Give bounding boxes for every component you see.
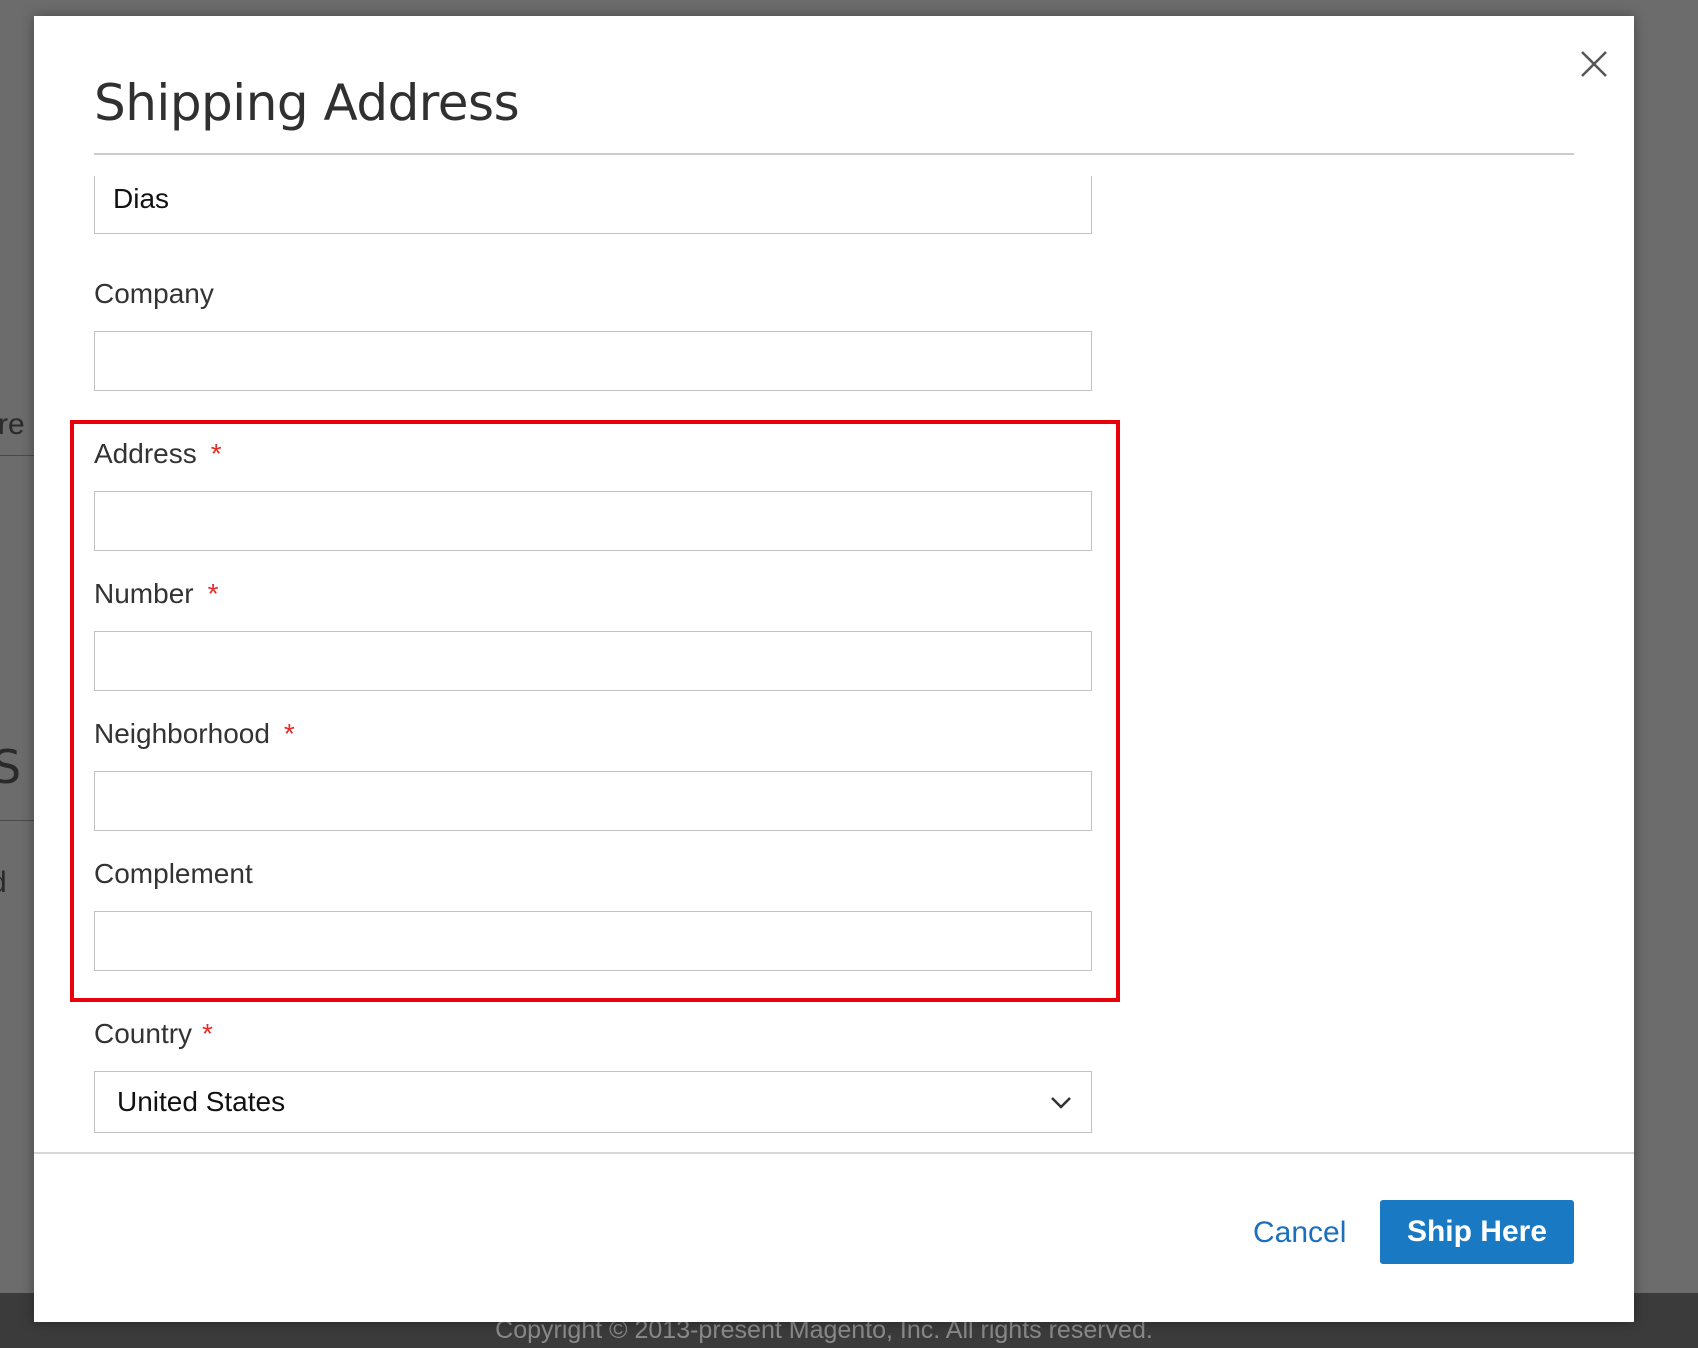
country-select-value: United States: [117, 1086, 286, 1117]
background-divider: [0, 820, 34, 821]
required-marker: *: [207, 578, 219, 609]
required-marker: *: [202, 1018, 213, 1049]
number-label-text: Number: [94, 578, 194, 609]
close-icon: [1581, 51, 1607, 77]
neighborhood-input[interactable]: [94, 771, 1092, 831]
address-label: Address *: [94, 438, 222, 470]
background-text-fragment: d: [0, 866, 7, 900]
neighborhood-label-text: Neighborhood: [94, 718, 270, 749]
modal-footer-divider: [34, 1152, 1634, 1154]
address-label-text: Address: [94, 438, 197, 469]
complement-label-text: Complement: [94, 858, 253, 889]
background-text-fragment: re: [0, 408, 25, 441]
number-label: Number *: [94, 578, 219, 610]
country-label: Country *: [94, 1018, 213, 1050]
company-label-text: Company: [94, 278, 214, 309]
company-input[interactable]: [94, 331, 1092, 391]
complement-label: Complement: [94, 858, 253, 890]
background-divider: [0, 455, 34, 456]
background-heading-fragment: S: [0, 740, 22, 794]
company-label: Company: [94, 278, 214, 310]
last-name-input[interactable]: [94, 176, 1092, 234]
number-input[interactable]: [94, 631, 1092, 691]
country-select[interactable]: United States: [94, 1071, 1092, 1133]
required-marker: *: [283, 718, 295, 749]
address-input[interactable]: [94, 491, 1092, 551]
chevron-down-icon: [1051, 1097, 1071, 1109]
complement-input[interactable]: [94, 911, 1092, 971]
country-label-text: Country: [94, 1018, 193, 1049]
cancel-button[interactable]: Cancel: [1253, 1216, 1346, 1250]
shipping-address-modal: Shipping Address Company Address * Number…: [34, 16, 1634, 1322]
modal-title: Shipping Address: [94, 74, 520, 132]
close-button[interactable]: [1572, 42, 1616, 86]
required-marker: *: [210, 438, 222, 469]
form-scroll-area[interactable]: Company Address * Number * Neighborhood * C…: [34, 176, 1634, 1152]
title-divider: [94, 153, 1574, 155]
neighborhood-label: Neighborhood *: [94, 718, 295, 750]
ship-here-button[interactable]: Ship Here: [1380, 1200, 1574, 1264]
